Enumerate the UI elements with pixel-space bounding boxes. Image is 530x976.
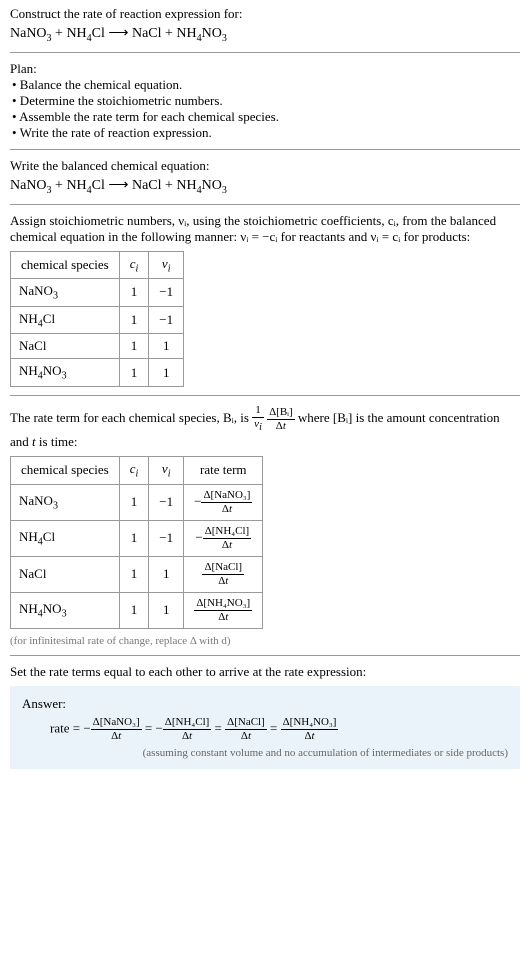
table-row: NaNO3 1 −1 [11,279,184,307]
frac-den: νi [252,418,264,434]
frac-num: Δ[Bᵢ] [267,406,295,420]
table-header: νi [149,251,184,279]
v-cell: 1 [149,359,184,387]
table-header: ci [119,251,149,279]
final-heading: Set the rate terms equal to each other t… [10,664,520,680]
frac-num: Δ[NH₄Cl] [163,716,212,730]
frac-num: Δ[NaNO₃] [91,716,142,730]
answer-note: (assuming constant volume and no accumul… [22,747,508,759]
frac-den: Δt [163,730,212,743]
rate-frac-1: 1 νi [252,404,264,434]
c-cell: 1 [119,306,149,334]
c-cell: 1 [119,556,149,592]
c-cell: 1 [119,279,149,307]
v-cell: 1 [149,334,184,359]
divider [10,395,520,396]
divider [10,52,520,53]
table-header: νi [149,457,184,485]
rate-cell: −Δ[NH₄Cl]Δt [184,520,263,556]
frac-den: Δt [267,420,295,433]
table-header: rate term [184,457,263,485]
rate-text-prefix: The rate term for each chemical species,… [10,410,252,425]
divider [10,655,520,656]
species-cell: NaCl [11,556,120,592]
table-row: NH4Cl 1 −1 [11,306,184,334]
stoich-table: chemical species ci νi NaNO3 1 −1 NH4Cl … [10,251,184,387]
frac-den: Δt [203,539,252,552]
v-cell: −1 [149,520,184,556]
divider [10,204,520,205]
species-cell: NH4Cl [11,306,120,334]
v-cell: 1 [149,592,184,628]
frac-num: Δ[NaCl] [225,716,267,730]
rate-text-end: is time: [36,434,78,449]
table-header: ci [119,457,149,485]
plan-item: • Balance the chemical equation. [12,77,520,93]
species-cell: NH4NO3 [11,359,120,387]
c-cell: 1 [119,520,149,556]
frac-num: Δ[NaCl] [202,561,244,575]
main-equation: NaNO3 + NH4Cl ⟶ NaCl + NH4NO3 [10,24,520,44]
c-cell: 1 [119,334,149,359]
v-cell: −1 [149,484,184,520]
table-row: NH4Cl 1 −1 −Δ[NH₄Cl]Δt [11,520,263,556]
species-cell: NaNO3 [11,279,120,307]
balanced-equation: NaNO3 + NH4Cl ⟶ NaCl + NH4NO3 [10,176,520,196]
v-cell: −1 [149,279,184,307]
table-row: NH4NO3 1 1 Δ[NH₄NO₃]Δt [11,592,263,628]
frac-den: Δt [201,503,252,516]
frac-num: Δ[NH₄Cl] [203,525,252,539]
table-row: NH4NO3 1 1 [11,359,184,387]
table-row: NaCl 1 1 [11,334,184,359]
table-header: chemical species [11,457,120,485]
species-cell: NaNO3 [11,484,120,520]
rate-cell: Δ[NH₄NO₃]Δt [184,592,263,628]
frac-num: Δ[NH₄NO₃] [194,597,252,611]
answer-label: Answer: [22,696,508,712]
answer-box: Answer: rate = −Δ[NaNO₃]Δt = −Δ[NH₄Cl]Δt… [10,686,520,769]
rate-term-text: The rate term for each chemical species,… [10,404,520,450]
infinitesimal-note: (for infinitesimal rate of change, repla… [10,635,520,647]
species-cell: NH4NO3 [11,592,120,628]
plan-item: • Determine the stoichiometric numbers. [12,93,520,109]
plan-item: • Assemble the rate term for each chemic… [12,109,520,125]
stoich-text: Assign stoichiometric numbers, νᵢ, using… [10,213,520,245]
frac-den: Δt [281,730,339,743]
frac-den: Δt [91,730,142,743]
frac-num: Δ[NaNO₃] [201,489,252,503]
title: Construct the rate of reaction expressio… [10,6,520,22]
c-cell: 1 [119,484,149,520]
rate-frac-2: Δ[Bᵢ] Δt [267,406,295,433]
frac-den: Δt [202,575,244,588]
v-cell: 1 [149,556,184,592]
species-cell: NaCl [11,334,120,359]
table-row: NaCl 1 1 Δ[NaCl]Δt [11,556,263,592]
table-row: NaNO3 1 −1 −Δ[NaNO₃]Δt [11,484,263,520]
table-header: chemical species [11,251,120,279]
c-cell: 1 [119,359,149,387]
c-cell: 1 [119,592,149,628]
frac-num: Δ[NH₄NO₃] [281,716,339,730]
rate-table: chemical species ci νi rate term NaNO3 1… [10,456,263,629]
rate-cell: Δ[NaCl]Δt [184,556,263,592]
rate-prefix: rate = [50,720,83,735]
frac-den: Δt [194,611,252,624]
v-cell: −1 [149,306,184,334]
rate-cell: −Δ[NaNO₃]Δt [184,484,263,520]
frac-num: 1 [252,404,264,418]
divider [10,149,520,150]
balanced-heading: Write the balanced chemical equation: [10,158,520,174]
frac-den: Δt [225,730,267,743]
species-cell: NH4Cl [11,520,120,556]
plan-item: • Write the rate of reaction expression. [12,125,520,141]
answer-equation: rate = −Δ[NaNO₃]Δt = −Δ[NH₄Cl]Δt = Δ[NaC… [50,716,508,743]
plan-heading: Plan: [10,61,520,77]
